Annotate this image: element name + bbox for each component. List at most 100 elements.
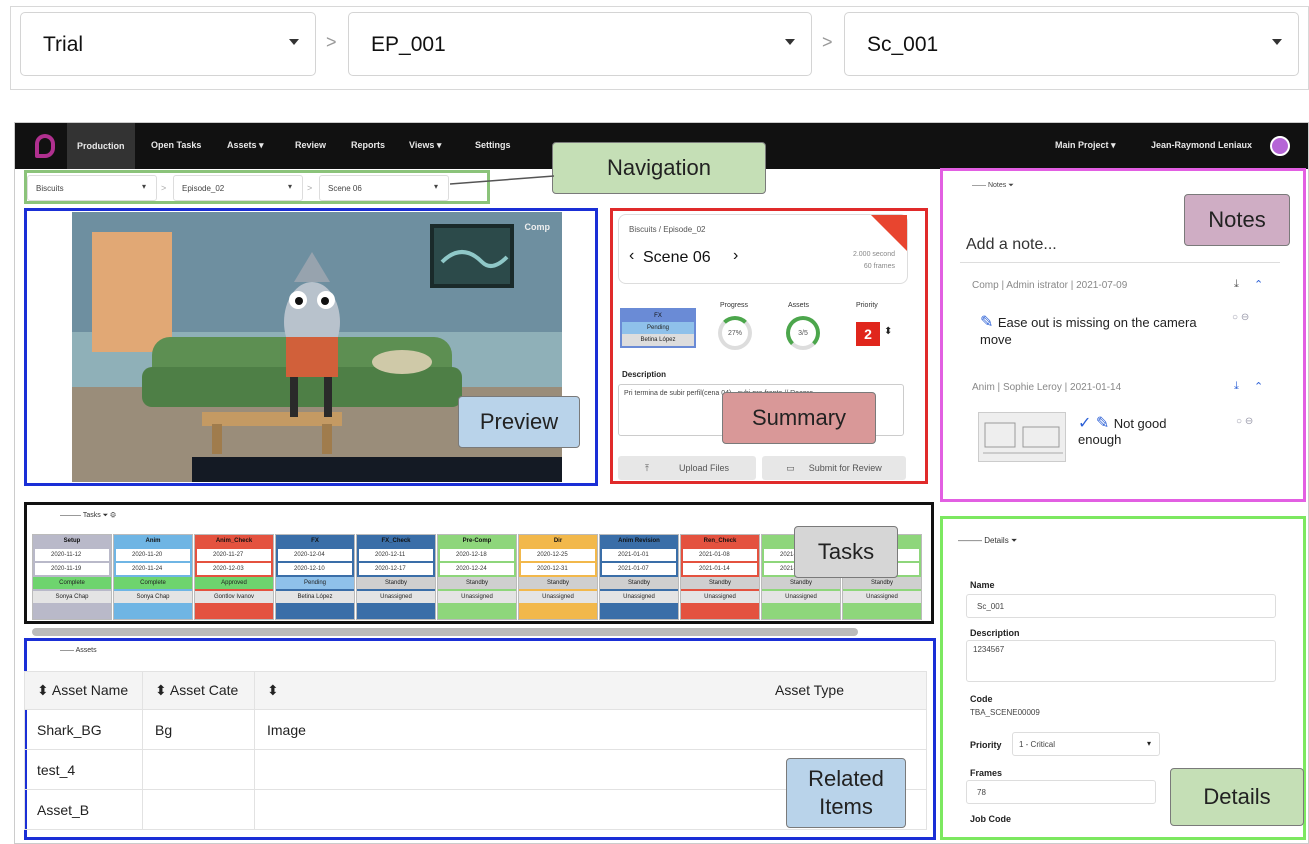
task-card[interactable]: Anim Revision Start 2021-01-01 End 2021-01-0… [599, 534, 679, 620]
task-status[interactable]: Standby [681, 577, 759, 589]
task-end-date[interactable]: End 2020-12-17 [359, 563, 433, 575]
task-status[interactable]: Standby [762, 577, 840, 589]
pencil-icon[interactable]: ✓ ✎ [1078, 415, 1114, 432]
task-assignee[interactable]: Unassigned [519, 591, 597, 603]
upload-files-button[interactable]: ⤒ Upload Files [618, 456, 756, 480]
episode-select-value: EP_001 [371, 33, 446, 56]
download-icon[interactable]: ⤓ [1234, 380, 1239, 393]
note-actions-icon[interactable]: ○ ⊖ [1236, 416, 1253, 427]
nav-open-tasks[interactable]: Open Tasks [151, 140, 201, 150]
priority-value[interactable]: 2 [856, 322, 880, 346]
task-card[interactable]: Dir Start 2020-12-25 End 2020-12-31 Standby Un… [518, 534, 598, 620]
task-card[interactable]: FX_Check Start 2020-12-11 End 2020-12-17 Stan… [356, 534, 436, 620]
task-start-date[interactable]: Start 2020-11-20 [116, 549, 190, 561]
tasks-scrollbar[interactable] [32, 628, 858, 636]
task-status[interactable]: Standby [600, 577, 678, 589]
task-start-date[interactable]: Start 2021-01-08 [683, 549, 757, 561]
task-start-date[interactable]: Start 2020-12-25 [521, 549, 595, 561]
chevron-down-icon [289, 39, 299, 45]
task-start-date[interactable]: Start 2021-01-01 [602, 549, 676, 561]
preview-badge: Comp [524, 222, 551, 232]
nav-review[interactable]: Review [295, 140, 326, 150]
priority-stepper-icon[interactable]: ⬍ [884, 326, 892, 337]
user-name[interactable]: Jean-Raymond Leniaux [1151, 140, 1252, 150]
task-end-label: End [281, 566, 291, 572]
task-assignee[interactable]: Unassigned [357, 591, 435, 603]
task-start-date[interactable]: Start 2020-12-04 [278, 549, 352, 561]
task-start-date[interactable]: Start 2020-11-12 [35, 549, 109, 561]
task-card[interactable]: FX Start 2020-12-04 End 2020-12-10 Pending Bet… [275, 534, 355, 620]
task-start-date[interactable]: Start 2020-11-27 [197, 549, 271, 561]
task-status[interactable]: Complete [33, 577, 111, 589]
task-status[interactable]: Standby [519, 577, 597, 589]
table-row[interactable]: Shark_BG Bg Image [24, 709, 927, 750]
task-status[interactable]: Standby [438, 577, 516, 589]
description-field[interactable]: 1234567 [966, 640, 1276, 682]
task-card[interactable]: Ren_Check Start 2021-01-08 End 2021-01-14 Sta… [680, 534, 760, 620]
task-status[interactable]: Standby [357, 577, 435, 589]
task-status[interactable]: Standby [843, 577, 921, 589]
task-assignee[interactable]: Gontlov Ivanov [195, 591, 273, 603]
task-name: Ren_Check [703, 538, 737, 544]
name-field[interactable]: Sc_001 [966, 594, 1276, 618]
task-end-date[interactable]: End 2020-11-19 [35, 563, 109, 575]
note-attachment-thumbnail[interactable] [978, 412, 1066, 462]
task-card[interactable]: Pre-Comp Start 2020-12-18 End 2020-12-24 Stan… [437, 534, 517, 620]
nav-views[interactable]: Views ▾ [409, 140, 441, 151]
project-menu[interactable]: Main Project ▾ [1055, 140, 1116, 151]
task-card[interactable]: Anim Start 2020-11-20 End 2020-11-24 Complete… [113, 534, 193, 620]
episode-select[interactable]: EP_001 [348, 12, 812, 76]
task-status[interactable]: Approved [195, 577, 273, 589]
frames-field[interactable]: 78 [966, 780, 1156, 804]
task-assignee[interactable]: Sonya Chap [114, 591, 192, 603]
table-header-row: ⬍ Asset Name ⬍ Asset Cate ⬍ Asset Type [24, 671, 927, 710]
task-end-date[interactable]: End 2020-12-10 [278, 563, 352, 575]
collapse-icon[interactable]: ⌃ [1254, 380, 1263, 393]
note-actions-icon[interactable]: ○ ⊖ [1232, 312, 1249, 323]
breadcrumb-separator: > [822, 32, 833, 52]
task-end-date[interactable]: End 2021-01-07 [602, 563, 676, 575]
note-text: ✎ Ease out is missing on the camera move [980, 314, 1216, 348]
download-icon[interactable]: ⤓ [1234, 278, 1239, 291]
task-assignee[interactable]: Unassigned [843, 591, 921, 603]
upload-icon: ⤒ [644, 462, 649, 473]
task-start-label: Start [685, 552, 697, 558]
add-note-input[interactable]: Add a note... [966, 236, 1057, 254]
scene-select[interactable]: Sc_001 [844, 12, 1299, 76]
task-start-date[interactable]: Start 2020-12-18 [440, 549, 514, 561]
pencil-icon[interactable]: ✎ [980, 314, 998, 331]
priority-select[interactable]: 1 - Critical ▾ [1012, 732, 1160, 756]
column-sort[interactable]: ⬍ Asset Type [254, 671, 927, 710]
task-name: Pre-Comp [462, 538, 492, 544]
collapse-icon[interactable]: ⌃ [1254, 278, 1263, 291]
task-assignee[interactable]: Unassigned [438, 591, 516, 603]
nav-settings[interactable]: Settings [475, 140, 511, 150]
task-assignee[interactable]: Sonya Chap [33, 591, 111, 603]
nav-assets[interactable]: Assets ▾ [227, 140, 264, 151]
task-assignee[interactable]: Unassigned [762, 591, 840, 603]
table-cell: Asset_B [24, 789, 143, 830]
avatar[interactable] [1270, 136, 1290, 156]
project-select[interactable]: Trial [20, 12, 316, 76]
submit-review-button[interactable]: ▭ Submit for Review [762, 456, 906, 480]
task-end-date[interactable]: End 2020-12-03 [197, 563, 271, 575]
task-status[interactable]: Complete [114, 577, 192, 589]
task-assignee[interactable]: Unassigned [600, 591, 678, 603]
column-asset-name[interactable]: ⬍ Asset Name [24, 671, 143, 710]
task-status[interactable]: Pending [276, 577, 354, 589]
task-end-date[interactable]: End 2021-01-14 [683, 563, 757, 575]
column-asset-category[interactable]: ⬍ Asset Cate [142, 671, 255, 710]
task-end-date[interactable]: End 2020-12-24 [440, 563, 514, 575]
task-assignee[interactable]: Betina López [276, 591, 354, 603]
summary-fx-task[interactable]: FX Pending Betina López [620, 308, 696, 348]
nav-reports[interactable]: Reports [351, 140, 385, 150]
scene-prev-icon[interactable]: ‹ [629, 247, 634, 265]
nav-production[interactable]: Production [67, 123, 135, 169]
task-card[interactable]: Setup Start 2020-11-12 End 2020-11-19 Complet… [32, 534, 112, 620]
task-end-date[interactable]: End 2020-11-24 [116, 563, 190, 575]
task-end-date[interactable]: End 2020-12-31 [521, 563, 595, 575]
scene-next-icon[interactable]: › [733, 247, 738, 265]
task-start-date[interactable]: Start 2020-12-11 [359, 549, 433, 561]
task-card[interactable]: Anim_Check Start 2020-11-27 End 2020-12-03 Ap… [194, 534, 274, 620]
task-assignee[interactable]: Unassigned [681, 591, 759, 603]
